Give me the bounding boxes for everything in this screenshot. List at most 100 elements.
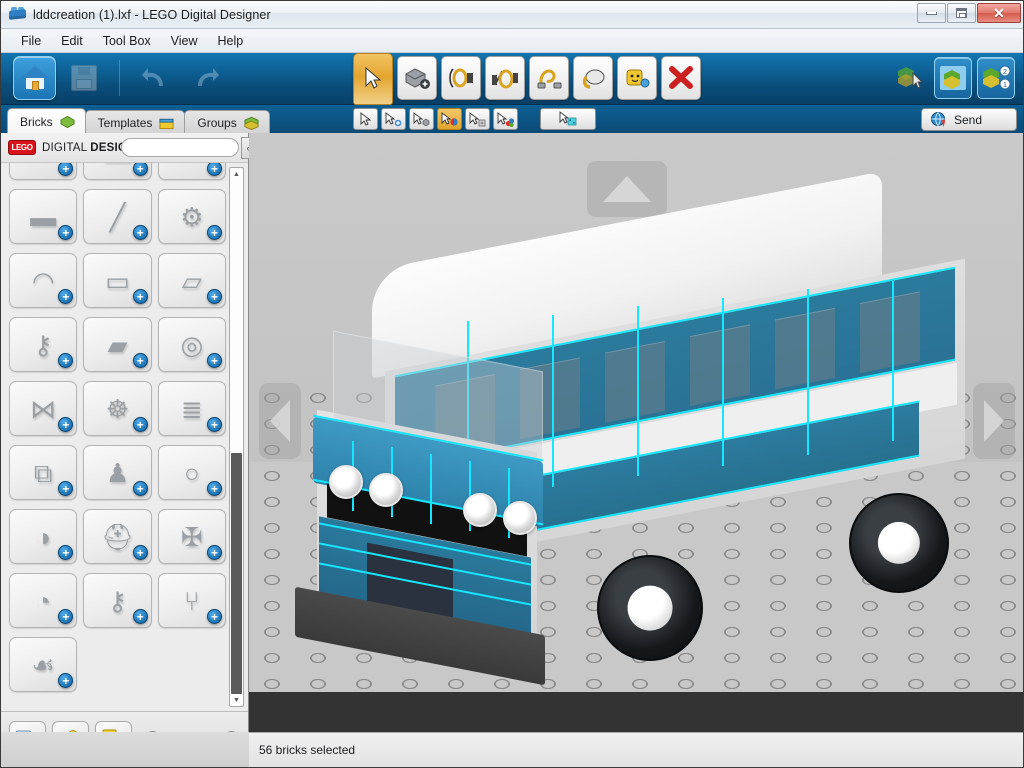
- scroll-down-icon[interactable]: ▼: [230, 694, 243, 706]
- brick-tile[interactable]: ◑ +: [9, 509, 78, 564]
- brick-tile[interactable]: ⛑ +: [83, 509, 152, 564]
- add-brick-icon[interactable]: +: [207, 225, 222, 240]
- select-all-button[interactable]: [540, 108, 596, 130]
- undo-button[interactable]: [134, 56, 177, 100]
- brick-tile[interactable]: ▭ +: [83, 253, 152, 308]
- 3d-viewport[interactable]: [249, 133, 1023, 732]
- add-brick-icon[interactable]: +: [207, 353, 222, 368]
- brick-grid-scroll-area[interactable]: ◐+ ▬+ ≡+ ▬+ ╱+ ⚙+ ◠+ ▭+ ▱+ ⚷+ ▰+ ◎+ ⋈+ ☸…: [1, 163, 248, 711]
- add-brick-icon[interactable]: +: [58, 289, 74, 304]
- select-connected-button[interactable]: [381, 108, 406, 130]
- scroll-up-icon[interactable]: ▲: [230, 168, 243, 180]
- select-color-shape-button[interactable]: [493, 108, 518, 130]
- menu-edit[interactable]: Edit: [51, 31, 93, 51]
- add-brick-icon[interactable]: +: [207, 417, 222, 432]
- select-single-button[interactable]: [353, 108, 378, 130]
- add-brick-icon[interactable]: +: [58, 353, 74, 368]
- hinge-align-tool[interactable]: [485, 56, 525, 100]
- add-brick-icon[interactable]: +: [132, 481, 148, 496]
- brick-tile[interactable]: ⚙ +: [157, 189, 226, 244]
- brick-tile[interactable]: ◔ +: [9, 573, 78, 628]
- brick-tile[interactable]: ▬+: [9, 189, 78, 244]
- add-brick-icon[interactable]: +: [58, 225, 74, 240]
- brick-tile[interactable]: ⚷ +: [9, 317, 78, 372]
- svg-text:1: 1: [1003, 82, 1007, 89]
- add-brick-icon[interactable]: +: [132, 417, 148, 432]
- menu-view[interactable]: View: [161, 31, 208, 51]
- tab-bricks[interactable]: Bricks: [7, 108, 86, 135]
- add-brick-icon[interactable]: +: [58, 545, 74, 560]
- add-brick-icon[interactable]: +: [132, 545, 148, 560]
- brick-tile[interactable]: ☸ +: [83, 381, 152, 436]
- add-brick-icon[interactable]: +: [207, 545, 222, 560]
- add-brick-icon[interactable]: +: [58, 417, 74, 432]
- close-button[interactable]: ✕: [977, 3, 1021, 23]
- tab-templates[interactable]: Templates: [84, 110, 186, 135]
- hinge-tool[interactable]: [441, 56, 481, 100]
- add-brick-icon[interactable]: +: [207, 481, 222, 496]
- clone-tool[interactable]: [397, 56, 437, 100]
- brick-tile[interactable]: ⚷ +: [83, 573, 152, 628]
- hide-bricks-button[interactable]: [891, 57, 929, 99]
- brick-tile[interactable]: ⑂ +: [157, 573, 226, 628]
- brick-tile[interactable]: ▬+: [83, 163, 152, 180]
- brick-tile[interactable]: ⋈ +: [9, 381, 78, 436]
- minimize-button[interactable]: [917, 3, 946, 23]
- brick-thumbnail: ≡: [184, 163, 199, 166]
- home-button[interactable]: [13, 56, 56, 100]
- add-brick-icon[interactable]: +: [132, 609, 148, 624]
- save-button[interactable]: [62, 56, 105, 100]
- brick-tile[interactable]: ✠ +: [157, 509, 226, 564]
- brick-view-button[interactable]: [934, 57, 972, 99]
- select-same-color-button[interactable]: [437, 108, 462, 130]
- delete-tool[interactable]: [661, 56, 701, 100]
- palette-scrollbar[interactable]: ▲ ▼: [229, 167, 244, 707]
- brick-tile[interactable]: ♟ +: [83, 445, 152, 500]
- maximize-button[interactable]: [947, 3, 976, 23]
- red-x-icon: [669, 66, 693, 89]
- brick-tile[interactable]: ○ +: [157, 445, 226, 500]
- brick-tile[interactable]: ◠ +: [9, 253, 78, 308]
- brick-tile[interactable]: ▰ +: [83, 317, 152, 372]
- add-brick-icon[interactable]: +: [132, 163, 148, 176]
- select-same-size-button[interactable]: [465, 108, 490, 130]
- redo-button[interactable]: [183, 56, 226, 100]
- select-same-shape-button[interactable]: [409, 108, 434, 130]
- brick-count-button[interactable]: 2 1: [977, 57, 1015, 99]
- brick-tile[interactable]: ≡+: [157, 163, 226, 180]
- brick-tile[interactable]: ≣ +: [157, 381, 226, 436]
- brick-tile[interactable]: ⧉ +: [9, 445, 78, 500]
- lego-bus-model[interactable]: [267, 171, 997, 732]
- add-brick-icon[interactable]: +: [132, 353, 148, 368]
- send-button-label: Send: [954, 112, 983, 127]
- select-tool[interactable]: [353, 53, 393, 105]
- brick-tile[interactable]: ◎ +: [157, 317, 226, 372]
- add-brick-icon[interactable]: +: [58, 673, 74, 688]
- add-brick-icon[interactable]: +: [132, 225, 148, 240]
- add-brick-icon[interactable]: +: [132, 289, 148, 304]
- add-brick-icon[interactable]: +: [58, 481, 74, 496]
- add-brick-icon[interactable]: +: [207, 289, 222, 304]
- add-brick-icon[interactable]: +: [207, 609, 222, 624]
- menu-tool-box[interactable]: Tool Box: [93, 31, 161, 51]
- add-brick-icon[interactable]: +: [58, 163, 74, 176]
- brick-window-icon: [940, 66, 966, 90]
- brick-tile[interactable]: ╱ +: [83, 189, 152, 244]
- palette-scrollbar-thumb[interactable]: [231, 453, 242, 694]
- brick-tile[interactable]: ◐+: [9, 163, 78, 180]
- send-button[interactable]: Send: [921, 108, 1017, 131]
- tab-groups[interactable]: Groups: [184, 110, 270, 135]
- brick-thumbnail: ▰: [107, 329, 128, 360]
- add-brick-icon[interactable]: +: [207, 163, 222, 176]
- brick-thumbnail: ≣: [180, 393, 203, 424]
- brick-tile[interactable]: ▱ +: [157, 253, 226, 308]
- flex-tool[interactable]: [529, 56, 569, 100]
- paint-tool[interactable]: [573, 56, 613, 100]
- menu-file[interactable]: File: [11, 31, 51, 51]
- cursor-size-icon: [469, 111, 486, 126]
- brick-tile[interactable]: ☙ +: [9, 637, 78, 692]
- menu-help[interactable]: Help: [208, 31, 254, 51]
- add-brick-icon[interactable]: +: [58, 609, 74, 624]
- palette-search-input[interactable]: [121, 138, 239, 157]
- decoration-tool[interactable]: [617, 56, 657, 100]
